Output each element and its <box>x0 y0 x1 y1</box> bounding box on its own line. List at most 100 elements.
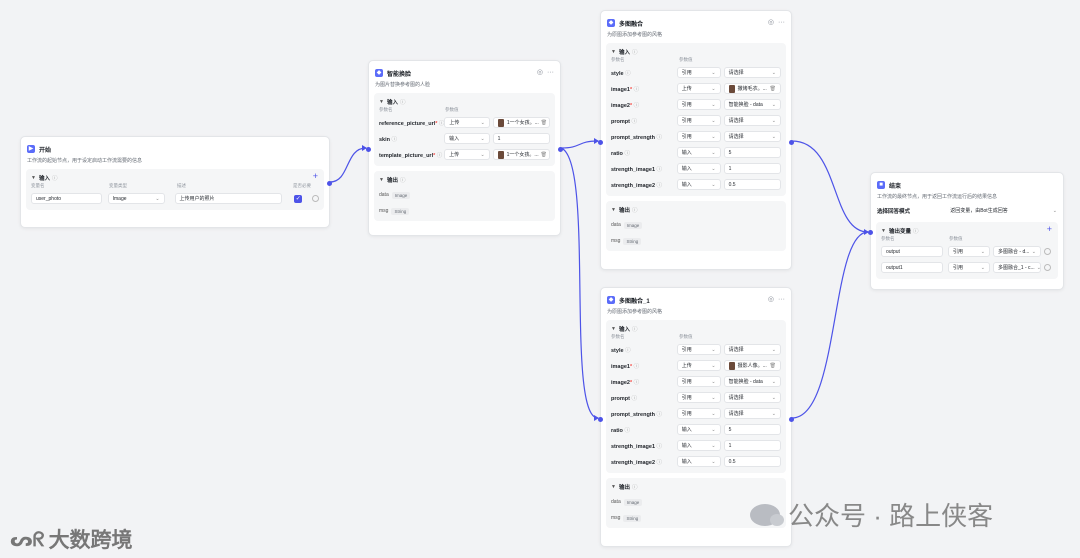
info-icon: ⓘ <box>655 134 663 141</box>
param-value-field[interactable]: 请选择 ⌄ <box>723 67 781 78</box>
chevron-down-icon[interactable]: ▼ <box>379 99 384 105</box>
param-value-field[interactable]: 0.5 <box>723 456 781 467</box>
variable-name-input[interactable]: output <box>881 246 943 257</box>
remove-variable-icon[interactable] <box>312 195 320 202</box>
source-select[interactable]: 引用 ⌄ <box>948 262 990 273</box>
end-node[interactable]: ■ 结束 工作流的最终节点，用于返回工作流运行后的结果信息 选择回答模式 返回变量… <box>868 172 1064 290</box>
source-select[interactable]: 引用 ⌄ <box>676 131 721 142</box>
type-badge: String <box>391 207 410 215</box>
param-value-field[interactable]: 5 <box>723 147 781 158</box>
source-select[interactable]: 引用 ⌄ <box>676 376 721 387</box>
chevron-down-icon[interactable]: ▼ <box>31 175 36 181</box>
chevron-down-icon[interactable]: ▼ <box>611 207 616 213</box>
param-value: 请选择 <box>728 134 744 140</box>
debug-icon[interactable]: ◎ <box>537 69 543 77</box>
variable-name-input[interactable]: user_photo <box>31 193 102 204</box>
more-icon[interactable]: ··· <box>778 19 785 27</box>
param-name-text: skin <box>379 136 391 143</box>
reference-select[interactable]: 多图融合_1 - c... ⌄ <box>993 262 1041 273</box>
source-select[interactable]: 上传 ⌄ <box>676 83 721 94</box>
param-value-field[interactable]: 摄影人像。... 🗑 <box>723 360 781 371</box>
input-port[interactable] <box>366 147 371 152</box>
param-value-field[interactable]: 请选择 ⌄ <box>723 408 781 419</box>
param-value-field[interactable]: 撒烤毛衣。... 🗑 <box>723 83 781 94</box>
source-select[interactable]: 输入 ⌄ <box>676 424 721 435</box>
edge-start-to-swap <box>329 147 367 183</box>
remove-variable-icon[interactable] <box>1044 248 1051 255</box>
variable-type-select[interactable]: Image ⌄ <box>107 193 165 204</box>
source-select[interactable]: 输入 ⌄ <box>676 440 721 451</box>
source-select[interactable]: 引用 ⌄ <box>676 99 721 110</box>
node-description: 为图片替换参考图的人脸 <box>375 82 431 88</box>
delete-icon[interactable]: 🗑 <box>539 152 547 158</box>
column-header: 描述 <box>177 183 186 188</box>
chevron-down-icon: ⌄ <box>771 346 776 353</box>
param-value-field[interactable]: 1一个女孩。... 🗑 <box>492 149 550 160</box>
source-select[interactable]: 输入 ⌄ <box>676 456 721 467</box>
input-port[interactable] <box>868 230 873 235</box>
input-port[interactable] <box>598 140 603 145</box>
param-value-field[interactable]: 请选择 ⌄ <box>723 392 781 403</box>
source-select[interactable]: 输入 ⌄ <box>676 179 721 190</box>
source-select[interactable]: 输入 ⌄ <box>676 163 721 174</box>
chevron-down-icon[interactable]: ▼ <box>881 228 886 234</box>
answer-mode-select[interactable]: 返回变量，由Bot生成回答 ⌄ <box>950 205 1057 216</box>
add-variable-button[interactable]: + <box>313 172 318 181</box>
add-variable-button[interactable]: + <box>1047 225 1052 234</box>
more-icon[interactable]: ··· <box>778 296 785 304</box>
variable-name-input[interactable]: output1 <box>881 262 943 273</box>
delete-icon[interactable]: 🗑 <box>768 86 776 92</box>
workflow-canvas[interactable]: ▶ 开始 工作流的起始节点，用于设定启动工作流需要的信息 ▼ 输入 ⓘ + 变量名 变… <box>0 0 1080 558</box>
chevron-down-icon[interactable]: ▼ <box>611 326 616 332</box>
param-value-field[interactable]: 1 <box>492 133 550 144</box>
start-node[interactable]: ▶ 开始 工作流的起始节点，用于设定启动工作流需要的信息 ▼ 输入 ⓘ + 变量名 变… <box>20 136 332 228</box>
param-list: style ⓘ 引用 ⌄ 请选择 ⌄ image1* ⓘ 上传 ⌄ 撒烤毛衣。... 🗑 image… <box>611 66 781 191</box>
param-value-field[interactable]: 5 <box>723 424 781 435</box>
source-select[interactable]: 上传 ⌄ <box>444 117 490 128</box>
debug-icon[interactable]: ◎ <box>768 296 774 304</box>
output-port[interactable] <box>558 147 563 152</box>
param-value-field[interactable]: 0.5 <box>723 179 781 190</box>
chevron-down-icon[interactable]: ▼ <box>611 484 616 490</box>
param-value-field[interactable]: 智能换脸 - data ⌄ <box>723 99 781 110</box>
param-value-field[interactable]: 1 <box>723 440 781 451</box>
param-value-field[interactable]: 智能换脸 - data ⌄ <box>723 376 781 387</box>
image-fusion-node[interactable]: ◆ 多图融合 ◎ ··· 为原图添加参考图的风格 ▼ 输入 ⓘ 参数名 参数值 style … <box>598 10 794 270</box>
param-list: reference_picture_url* ⓘ 上传 ⌄ 1一个女孩。... 🗑 ski… <box>379 116 550 161</box>
source-select[interactable]: 输入 ⌄ <box>444 133 490 144</box>
source-select[interactable]: 引用 ⌄ <box>676 408 721 419</box>
remove-variable-icon[interactable] <box>1044 264 1051 271</box>
info-icon: ⓘ <box>632 86 640 93</box>
source-select[interactable]: 输入 ⌄ <box>676 147 721 158</box>
output-port[interactable] <box>327 181 332 186</box>
param-value-field[interactable]: 1 <box>723 163 781 174</box>
param-value-field[interactable]: 1一个女孩。... 🗑 <box>492 117 550 128</box>
delete-icon[interactable]: 🗑 <box>768 363 776 369</box>
more-icon[interactable]: ··· <box>547 69 554 77</box>
source-select[interactable]: 引用 ⌄ <box>676 344 721 355</box>
debug-icon[interactable]: ◎ <box>768 19 774 27</box>
face-swap-node[interactable]: ◆ 智能换脸 ◎ ··· 为图片替换参考图的人脸 ▼ 输入 ⓘ 参数名 参数值 refere… <box>366 60 563 236</box>
source-select[interactable]: 引用 ⌄ <box>676 67 721 78</box>
delete-icon[interactable]: 🗑 <box>539 120 547 126</box>
param-value-field[interactable]: 请选择 ⌄ <box>723 131 781 142</box>
watermark-logo-icon: ᔕᖇ <box>10 528 45 551</box>
watermark-bottom-right: 公众号 · 路上侠客 <box>750 496 993 533</box>
required-checkbox[interactable]: ✓ <box>294 194 303 203</box>
chevron-down-icon: ⌄ <box>480 135 485 142</box>
param-name: image1* ⓘ <box>611 362 677 370</box>
chevron-down-icon[interactable]: ▼ <box>611 49 616 55</box>
input-port[interactable] <box>598 417 603 422</box>
source-select[interactable]: 引用 ⌄ <box>676 115 721 126</box>
variable-description-input[interactable]: 上传用户的照片 <box>174 193 283 204</box>
output-port[interactable] <box>789 140 794 145</box>
output-port[interactable] <box>789 417 794 422</box>
param-value-field[interactable]: 请选择 ⌄ <box>723 344 781 355</box>
chevron-down-icon[interactable]: ▼ <box>379 177 384 183</box>
source-select[interactable]: 引用 ⌄ <box>948 246 990 257</box>
source-select[interactable]: 引用 ⌄ <box>676 392 721 403</box>
param-value-field[interactable]: 请选择 ⌄ <box>723 115 781 126</box>
reference-select[interactable]: 多图融合 - d... ⌄ <box>993 246 1041 257</box>
source-select[interactable]: 上传 ⌄ <box>444 149 490 160</box>
source-select[interactable]: 上传 ⌄ <box>676 360 721 371</box>
